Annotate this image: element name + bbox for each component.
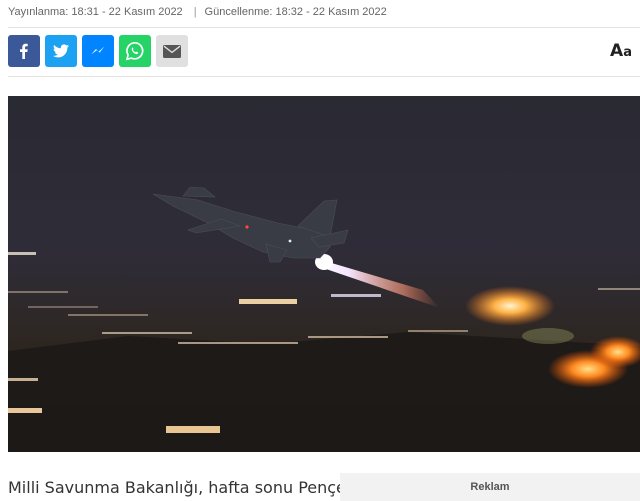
ad-label: Reklam	[470, 481, 510, 493]
share-bar	[8, 35, 188, 67]
twitter-icon	[53, 44, 69, 58]
advertisement-box[interactable]: Reklam	[340, 473, 640, 501]
messenger-icon	[91, 46, 105, 55]
font-size-toggle[interactable]: Aa	[610, 41, 632, 61]
updated-date: Güncellenme: 18:32 - 22 Kasım 2022	[204, 6, 387, 18]
article-lead-text: Milli Savunma Bakanlığı, hafta sonu Penç…	[8, 478, 346, 497]
twitter-share-button[interactable]	[45, 35, 77, 67]
whatsapp-icon	[125, 41, 144, 61]
facebook-icon	[20, 43, 28, 59]
mail-share-button[interactable]	[156, 35, 188, 67]
messenger-share-button[interactable]	[82, 35, 114, 67]
facebook-share-button[interactable]	[8, 35, 40, 67]
meta-separator: |	[193, 6, 197, 18]
article-hero-image[interactable]	[8, 96, 640, 452]
article-meta: Yayınlanma: 18:31 - 22 Kasım 2022 | Günc…	[8, 4, 387, 20]
divider-top	[8, 27, 640, 28]
whatsapp-share-button[interactable]	[119, 35, 151, 67]
font-toggle-large-letter: A	[610, 41, 624, 61]
fighter-jet-night-photo	[8, 96, 640, 452]
font-toggle-small-letter: a	[623, 45, 632, 60]
mail-icon	[163, 44, 181, 58]
divider-bottom	[8, 76, 640, 77]
published-date: Yayınlanma: 18:31 - 22 Kasım 2022	[8, 6, 183, 18]
